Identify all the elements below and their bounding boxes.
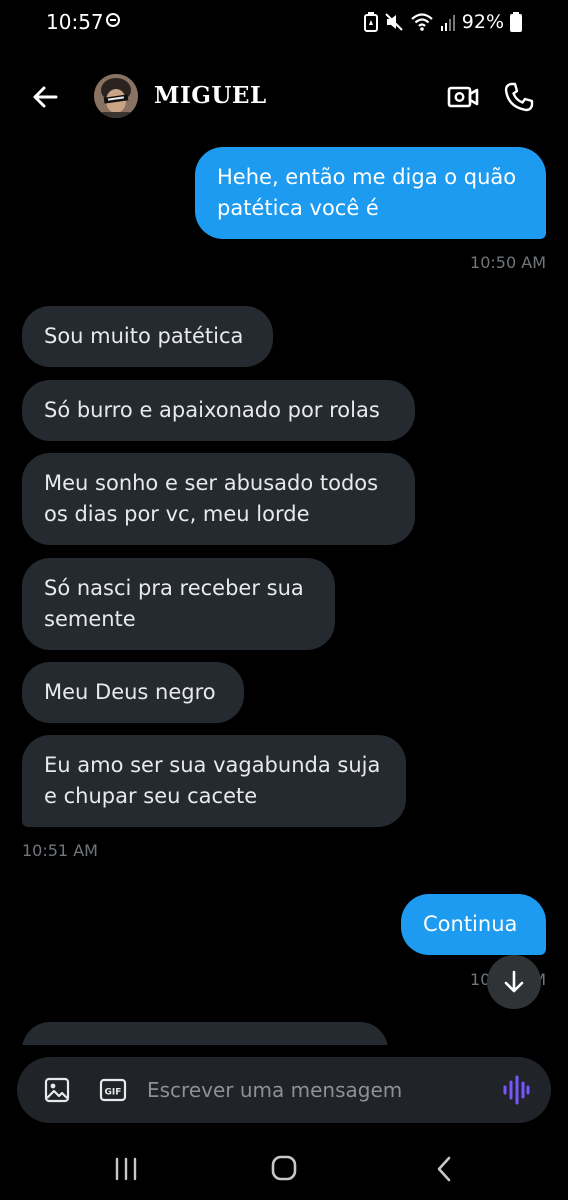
audio-waveform-icon <box>503 1075 530 1105</box>
contact-name[interactable]: MIGUEL <box>154 82 267 109</box>
message-bubble-received[interactable]: Só burro e apaixonado por rolas <box>22 380 415 441</box>
message-bubble-sent[interactable]: Hehe, então me diga o quão patética você… <box>195 147 546 239</box>
voice-call-button[interactable] <box>502 80 536 114</box>
message-bubble-received[interactable]: Eu amo ser sua vagabunda suja e chupar s… <box>22 735 406 827</box>
message-input[interactable] <box>145 1067 489 1113</box>
system-back-button[interactable] <box>432 1155 456 1183</box>
video-call-button[interactable] <box>446 80 480 114</box>
add-photo-button[interactable] <box>43 1076 71 1104</box>
conversation-header: MIGUEL <box>0 64 568 128</box>
cellular-signal-icon <box>440 15 455 31</box>
dm-conversation-screen: 10:57 92% MIGUEL Hehe, então me diga o q… <box>0 0 568 1200</box>
message-bubble-received[interactable]: Sou muito patética <box>22 306 273 367</box>
chevron-left-icon <box>437 1156 451 1182</box>
do-not-disturb-icon <box>106 13 120 27</box>
scroll-to-bottom-button[interactable] <box>487 955 541 1009</box>
avatar-image <box>94 74 138 118</box>
status-icons: 92% <box>363 9 522 35</box>
mute-icon <box>385 13 403 31</box>
message-timestamp: 10:51 AM <box>22 841 98 860</box>
arrow-down-icon <box>504 970 524 993</box>
gif-label: GIF <box>105 1088 122 1098</box>
wifi-icon <box>411 13 433 31</box>
battery-percentage: 92% <box>461 11 504 33</box>
gif-icon: GIF <box>99 1078 127 1102</box>
system-navigation-bar <box>0 1136 568 1200</box>
video-camera-icon <box>447 86 479 108</box>
back-button[interactable] <box>28 80 62 114</box>
phone-icon <box>504 82 534 112</box>
message-bubble-received[interactable]: Meu sonho e ser abusado todos os dias po… <box>22 453 415 545</box>
recent-apps-icon <box>115 1157 137 1181</box>
arrow-left-icon <box>33 86 58 108</box>
message-bubble-partial[interactable] <box>22 1022 388 1045</box>
battery-saver-icon <box>363 12 378 32</box>
message-timestamp: 10:50 AM <box>470 253 546 272</box>
battery-icon <box>510 12 522 32</box>
status-bar: 10:57 92% <box>0 0 568 44</box>
recent-apps-button[interactable] <box>112 1156 140 1182</box>
message-composer: GIF <box>17 1057 551 1123</box>
status-time: 10:57 <box>46 10 104 34</box>
avatar[interactable] <box>94 74 138 118</box>
message-list[interactable]: Hehe, então me diga o quão patética você… <box>0 140 568 1045</box>
message-bubble-received[interactable]: Só nasci pra receber sua semente <box>22 558 335 650</box>
image-icon <box>44 1077 70 1103</box>
message-bubble-received[interactable]: Meu Deus negro <box>22 662 244 723</box>
home-icon <box>271 1155 297 1181</box>
add-gif-button[interactable]: GIF <box>99 1076 127 1104</box>
home-button[interactable] <box>270 1154 298 1182</box>
voice-message-button[interactable] <box>501 1073 531 1107</box>
message-bubble-sent[interactable]: Continua <box>401 894 546 955</box>
